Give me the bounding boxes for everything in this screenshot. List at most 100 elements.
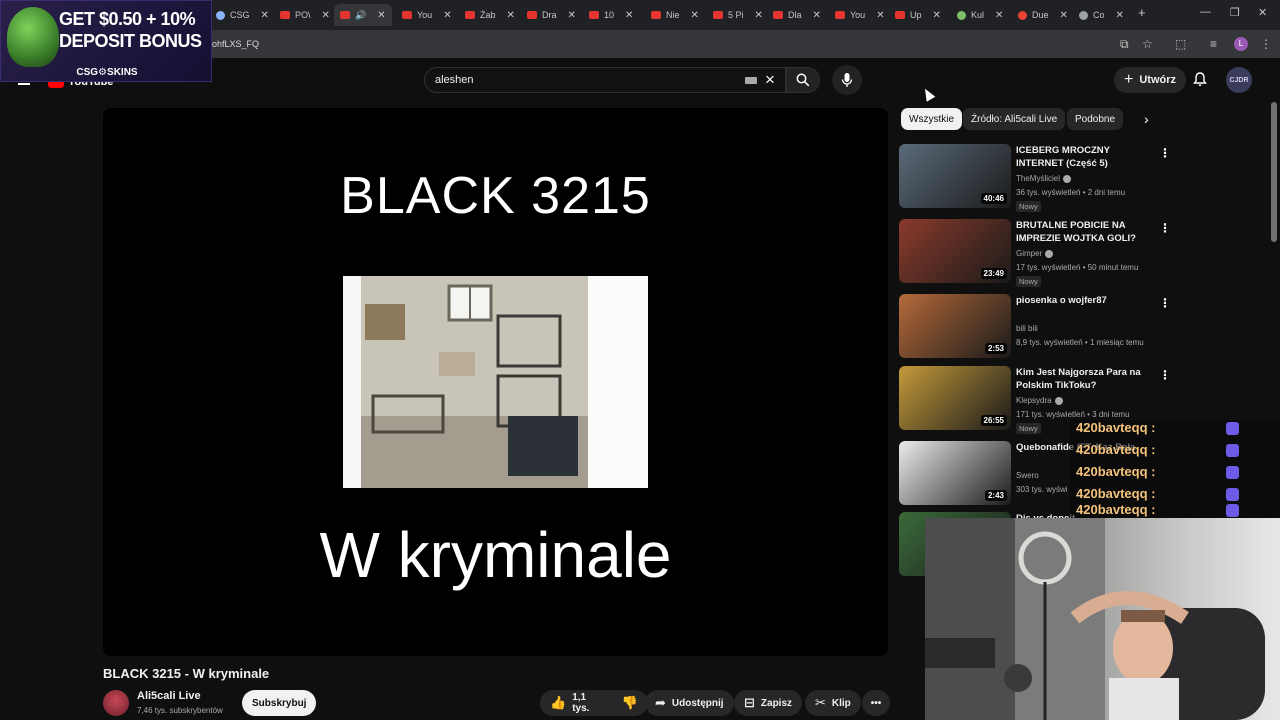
recommendation-channel-name[interactable]: Gimper	[1016, 249, 1042, 258]
thumbs-up-icon[interactable]: 👍	[550, 695, 566, 711]
voice-search-button[interactable]	[832, 65, 862, 95]
browser-tab[interactable]: Dla ✕	[773, 4, 821, 26]
more-options-icon[interactable]: ⋮	[1159, 146, 1171, 160]
close-icon[interactable]: ✕	[322, 10, 330, 21]
tab-label: 5 Pi	[728, 10, 744, 20]
profile-icon[interactable]: L	[1234, 37, 1248, 51]
browser-tab[interactable]: PO\ ✕	[280, 4, 330, 26]
clip-button[interactable]: ✂ Klip	[805, 690, 861, 716]
more-options-icon[interactable]: ⋮	[1159, 296, 1171, 310]
channel-name[interactable]: Ali5cali Live	[137, 690, 201, 702]
share-button[interactable]: ➦ Udostępnij	[645, 690, 734, 716]
recommendation-channel-name[interactable]: bili bili	[1016, 324, 1038, 333]
avatar[interactable]: CJDR	[1226, 67, 1252, 93]
verified-check-icon	[1054, 396, 1063, 405]
video-player[interactable]: BLACK 3215 W kryminale	[103, 108, 888, 656]
emote-icon	[1226, 422, 1239, 435]
close-icon[interactable]: ✕	[876, 10, 884, 21]
recommendation-channel[interactable]: Klepsydra	[1016, 396, 1063, 405]
maximize-icon[interactable]: ❐	[1230, 6, 1240, 19]
video-thumbnail[interactable]: 2:53	[899, 294, 1011, 358]
like-count[interactable]: 1,1 tys.	[572, 692, 602, 714]
notifications-bell-icon[interactable]	[1193, 72, 1207, 87]
close-icon[interactable]: ✕	[755, 10, 763, 21]
browser-tab[interactable]: CSG ✕	[216, 4, 269, 26]
close-icon[interactable]: ✕	[507, 10, 515, 21]
browser-tab[interactable]: You ✕	[835, 4, 885, 26]
recommendation-title[interactable]: Kim Jest Najgorsza Para na Polskim TikTo…	[1016, 366, 1156, 392]
save-button[interactable]: ⊟ Zapisz	[734, 690, 803, 716]
recommendation-item[interactable]: 40:46 ICEBERG MROCZNY INTERNET (Część 5) T…	[899, 144, 1179, 212]
browser-tab[interactable]: 5 Pi ✕	[713, 4, 763, 26]
close-icon[interactable]: ✕	[625, 10, 633, 21]
channel-avatar[interactable]	[103, 690, 129, 716]
video-thumbnail[interactable]: 2:43	[899, 441, 1011, 505]
keyboard-icon[interactable]	[745, 77, 757, 84]
recommendation-item[interactable]: 23:49 BRUTALNE POBICIE NA IMPREZIE WOJTKA…	[899, 219, 1179, 287]
recommendation-channel-name[interactable]: TheMyśliciel	[1016, 174, 1060, 183]
search-icon	[796, 73, 810, 87]
close-icon[interactable]: ✕	[1060, 10, 1068, 21]
chip-all[interactable]: Wszystkie	[901, 108, 962, 130]
recommendation-channel-name[interactable]: Klepsydra	[1016, 396, 1052, 405]
more-actions-button[interactable]: •••	[862, 690, 890, 716]
browser-tab[interactable]: Co ✕	[1079, 4, 1124, 26]
video-thumbnail[interactable]: 23:49	[899, 219, 1011, 283]
tab-favicon-icon	[216, 10, 225, 20]
browser-tab[interactable]: 10 ✕	[589, 4, 633, 26]
create-button[interactable]: + Utwórz	[1114, 67, 1187, 93]
close-icon[interactable]: ✕	[261, 10, 269, 21]
close-icon[interactable]: ✕	[568, 10, 576, 21]
browser-tab[interactable]: Nie ✕	[651, 4, 699, 26]
search-button[interactable]	[786, 67, 820, 93]
extensions-icon[interactable]: ⬚	[1175, 37, 1186, 51]
clear-search-icon[interactable]: ×	[765, 70, 775, 90]
video-thumbnail[interactable]: 40:46	[899, 144, 1011, 208]
chip-related[interactable]: Podobne	[1067, 108, 1124, 130]
browser-tab[interactable]: Up ✕	[895, 4, 941, 26]
chevron-right-icon[interactable]: ›	[1144, 111, 1149, 127]
recommendation-title[interactable]: BRUTALNE POBICIE NA IMPREZIE WOJTKA GOLI…	[1016, 219, 1156, 245]
browser-tab-active[interactable]: 🔊 ✕	[334, 4, 392, 26]
chip-source[interactable]: Źródło: Ali5cali Live	[963, 108, 1066, 130]
search-input[interactable]: aleshen ×	[424, 67, 786, 93]
browser-tab[interactable]: Due ✕	[1018, 4, 1068, 26]
browser-tab[interactable]: Dra ✕	[527, 4, 576, 26]
close-icon[interactable]: ✕	[377, 10, 385, 21]
close-icon[interactable]: ✕	[1116, 10, 1124, 21]
subscribe-button[interactable]: Subskrybuj	[242, 690, 317, 716]
browser-tab[interactable]: Żab ✕	[465, 4, 515, 26]
recommendation-title[interactable]: piosenka o wojfer87	[1016, 294, 1156, 307]
tab-label: Co	[1093, 10, 1105, 20]
close-icon[interactable]: ✕	[995, 10, 1003, 21]
close-icon[interactable]: ✕	[691, 10, 699, 21]
browser-menu-icon[interactable]: ⋮	[1260, 37, 1272, 51]
recommendation-channel-name[interactable]: Swero	[1016, 471, 1039, 480]
recommendation-channel[interactable]: Swero	[1016, 471, 1039, 480]
close-icon[interactable]: ✕	[933, 10, 941, 21]
recommendation-channel[interactable]: TheMyśliciel	[1016, 174, 1072, 183]
more-options-icon[interactable]: ⋮	[1159, 221, 1171, 235]
cast-icon[interactable]: ⧉	[1120, 37, 1129, 52]
page-scrollbar[interactable]	[1271, 102, 1277, 242]
url-text[interactable]: ohfLXS_FQ	[212, 39, 259, 49]
new-tab-icon[interactable]: +	[1138, 5, 1146, 20]
recommendation-channel[interactable]: bili bili	[1016, 324, 1038, 333]
video-thumbnail[interactable]: 26:55	[899, 366, 1011, 430]
window-close-icon[interactable]: ✕	[1258, 6, 1267, 19]
recommendation-title[interactable]: ICEBERG MROCZNY INTERNET (Część 5)	[1016, 144, 1156, 170]
bookmark-star-icon[interactable]: ☆	[1142, 37, 1153, 51]
browser-tab[interactable]: Kul ✕	[957, 4, 1003, 26]
minimize-icon[interactable]: —	[1200, 6, 1211, 18]
close-icon[interactable]: ✕	[443, 10, 451, 21]
more-options-icon[interactable]: ⋮	[1159, 368, 1171, 382]
audio-playing-icon[interactable]: 🔊	[355, 10, 366, 21]
browser-tab[interactable]: You ✕	[402, 4, 452, 26]
close-icon[interactable]: ✕	[813, 10, 821, 21]
recommendation-channel[interactable]: Gimper	[1016, 249, 1054, 258]
search-query[interactable]: aleshen	[435, 74, 474, 86]
thumbs-down-icon[interactable]: 👎	[622, 695, 638, 711]
media-controls-icon[interactable]: ≡	[1210, 37, 1217, 51]
youtube-favicon-icon	[835, 11, 845, 19]
recommendation-item[interactable]: 2:53 piosenka o wojfer87 bili bili 8,9 tys.…	[899, 294, 1179, 360]
